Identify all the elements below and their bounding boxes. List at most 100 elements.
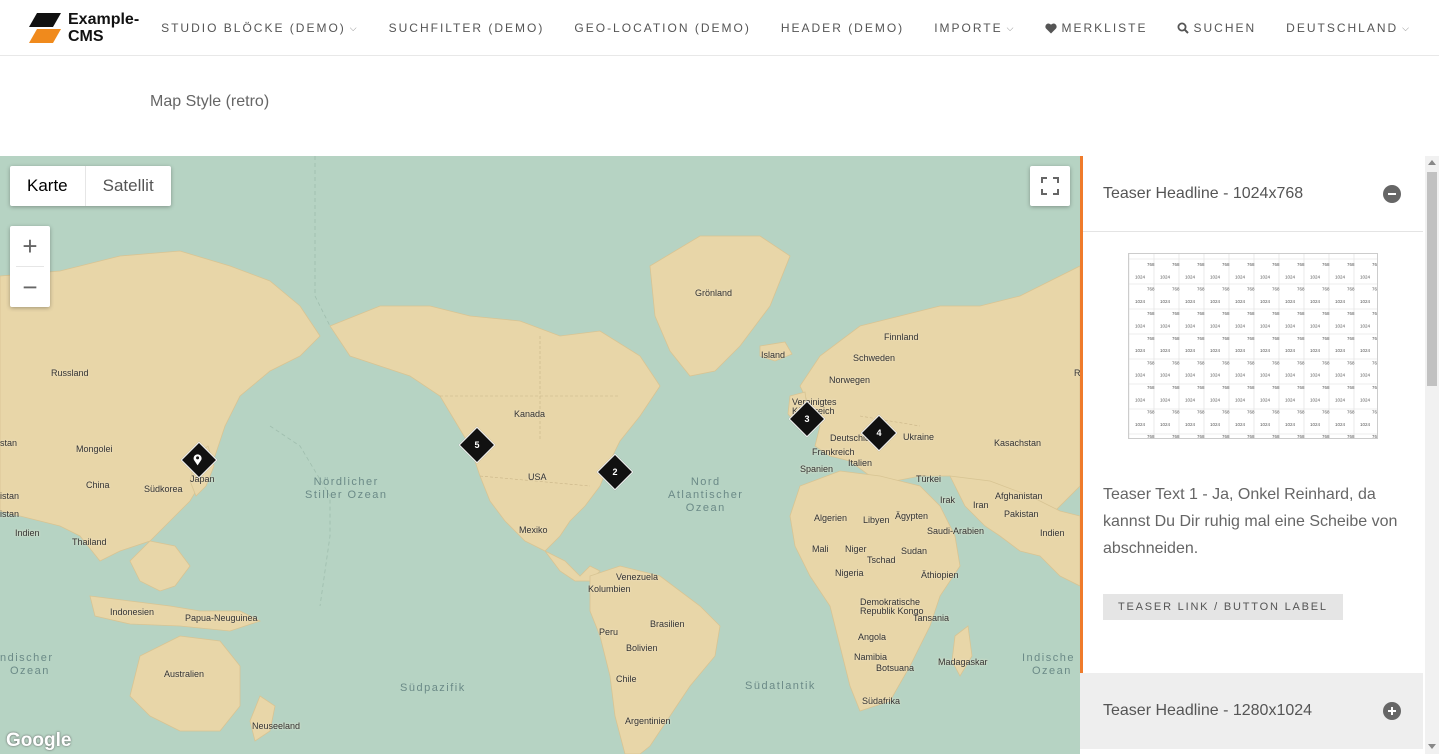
- nav-item-geo-location[interactable]: GEO-LOCATION (DEMO): [574, 21, 750, 35]
- grid-number: 1024: [1210, 422, 1221, 427]
- marker-count: 3: [804, 414, 810, 424]
- country-label: Libyen: [863, 515, 890, 525]
- grid-number: 768: [1172, 434, 1180, 439]
- ocean-label-line: Atlantischer: [668, 489, 744, 501]
- grid-number: 1024: [1360, 422, 1371, 427]
- grid-number: 768: [1197, 336, 1205, 341]
- grid-number: 768: [1172, 336, 1180, 341]
- grid-number: 768: [1347, 311, 1355, 316]
- google-attribution: Google: [6, 730, 72, 751]
- country-label: Venezuela: [616, 572, 659, 582]
- logo-text: Example- CMS: [68, 11, 139, 45]
- grid-number: 1024: [1260, 348, 1271, 353]
- map-canvas[interactable]: Karte Satellit + − Nördlicher Stiller Oze…: [0, 156, 1080, 754]
- grid-number: 1024: [1310, 299, 1321, 304]
- grid-number: 768: [1247, 360, 1255, 365]
- teaser-panel: Teaser Headline - 1024x768 768 768 768 768 7…: [1080, 156, 1425, 754]
- zoom-in-button[interactable]: +: [10, 226, 50, 266]
- ocean-label-line: Nördlicher: [313, 476, 379, 488]
- scrollbar-thumb[interactable]: [1427, 172, 1437, 386]
- grid-number: 1024: [1335, 397, 1346, 402]
- grid-number: 1024: [1185, 422, 1196, 427]
- country-label: Südafrika: [862, 696, 901, 706]
- grid-number: 768: [1297, 336, 1305, 341]
- country-label: Russland: [51, 368, 89, 378]
- grid-number: 768: [1147, 410, 1155, 415]
- accordion-header-2[interactable]: Teaser Headline - 1280x1024: [1080, 673, 1423, 749]
- grid-number: 768: [1222, 336, 1230, 341]
- country-label: Nigeria: [835, 568, 864, 578]
- country-label: Finnland: [884, 332, 919, 342]
- grid-number: 768: [1222, 311, 1230, 316]
- accordion-header-1[interactable]: Teaser Headline - 1024x768: [1083, 156, 1423, 232]
- grid-number: 1024: [1360, 274, 1371, 279]
- country-label: Angola: [858, 632, 887, 642]
- zoom-out-button[interactable]: −: [10, 267, 50, 307]
- grid-number: 768: [1372, 311, 1378, 316]
- page-scrollbar[interactable]: [1425, 156, 1439, 754]
- chevron-down-icon: ⌵: [349, 22, 359, 33]
- country-label: Irak: [940, 495, 956, 505]
- nav-item-merkliste[interactable]: MERKLISTE: [1045, 21, 1147, 35]
- grid-number: 768: [1372, 410, 1378, 415]
- grid-number: 768: [1197, 360, 1205, 365]
- nav-label: SUCHFILTER (DEMO): [388, 21, 545, 35]
- nav-label: STUDIO BLÖCKE (DEMO): [161, 21, 346, 35]
- country-label: Südkorea: [144, 484, 183, 494]
- grid-number: 768: [1297, 410, 1305, 415]
- chevron-down-icon: ⌵: [1006, 22, 1016, 33]
- teaser-link-button[interactable]: TEASER LINK / BUTTON LABEL: [1103, 594, 1343, 620]
- nav-item-language[interactable]: DEUTSCHLAND ⌵: [1286, 21, 1411, 35]
- fullscreen-button[interactable]: [1030, 166, 1070, 206]
- country-label: Thailand: [72, 537, 107, 547]
- scroll-up-arrow-icon[interactable]: [1428, 160, 1436, 165]
- ocean-label-line: Nord: [690, 476, 721, 488]
- grid-number: 768: [1272, 262, 1280, 267]
- ocean-label: ndischer Ozean: [0, 652, 54, 678]
- grid-number: 1024: [1310, 422, 1321, 427]
- country-label: Neuseeland: [252, 721, 301, 731]
- nav-item-suchfilter[interactable]: SUCHFILTER (DEMO): [389, 21, 545, 35]
- map-type-map-button[interactable]: Karte: [10, 166, 85, 206]
- grid-number: 1024: [1260, 422, 1271, 427]
- nav-item-studio-bloecke[interactable]: STUDIO BLÖCKE (DEMO) ⌵: [161, 21, 359, 35]
- grid-number: 1024: [1185, 397, 1196, 402]
- grid-number: 768: [1147, 434, 1155, 439]
- grid-number: 1024: [1310, 324, 1321, 329]
- nav-item-suchen[interactable]: SUCHEN: [1177, 21, 1256, 35]
- nav-item-importe[interactable]: IMPORTE ⌵: [934, 21, 1015, 35]
- country-label: Schweden: [853, 353, 896, 363]
- grid-number: 1024: [1260, 373, 1271, 378]
- grid-number: 1024: [1235, 422, 1246, 427]
- grid-number: 768: [1197, 311, 1205, 316]
- grid-number: 768: [1147, 336, 1155, 341]
- scroll-down-arrow-icon[interactable]: [1428, 744, 1436, 749]
- teaser-image: 768 768 768 768 768 768 768 768 768 768 1024 1024 10…: [1128, 253, 1378, 439]
- grid-number: 768: [1272, 336, 1280, 341]
- grid-number: 768: [1147, 360, 1155, 365]
- country-label: Äthiopien: [921, 570, 959, 580]
- country-label: Island: [761, 350, 786, 360]
- grid-number: 1024: [1260, 324, 1271, 329]
- grid-number: 1024: [1260, 274, 1271, 279]
- grid-number: 768: [1322, 434, 1330, 439]
- country-label: Namibia: [854, 652, 888, 662]
- ocean-label: Indische Ozean: [1022, 652, 1075, 678]
- plus-circle-icon[interactable]: [1383, 702, 1401, 720]
- map-type-satellite-button[interactable]: Satellit: [84, 166, 171, 206]
- grid-number: 768: [1322, 287, 1330, 292]
- country-label: Grönland: [695, 288, 733, 298]
- grid-number: 1024: [1135, 324, 1146, 329]
- main-nav: STUDIO BLÖCKE (DEMO) ⌵ SUCHFILTER (DEMO) …: [131, 0, 1411, 56]
- logo-line2: CMS: [68, 28, 104, 45]
- grid-number: 1024: [1135, 348, 1146, 353]
- grid-number: 1024: [1210, 348, 1221, 353]
- grid-number: 1024: [1310, 348, 1321, 353]
- grid-number: 768: [1372, 336, 1378, 341]
- minus-circle-icon[interactable]: [1383, 184, 1401, 203]
- nav-label: DEUTSCHLAND: [1286, 21, 1399, 35]
- nav-item-header[interactable]: HEADER (DEMO): [781, 21, 904, 35]
- grid-number: 768: [1222, 410, 1230, 415]
- grid-number: 768: [1172, 262, 1180, 267]
- grid-number: 768: [1272, 360, 1280, 365]
